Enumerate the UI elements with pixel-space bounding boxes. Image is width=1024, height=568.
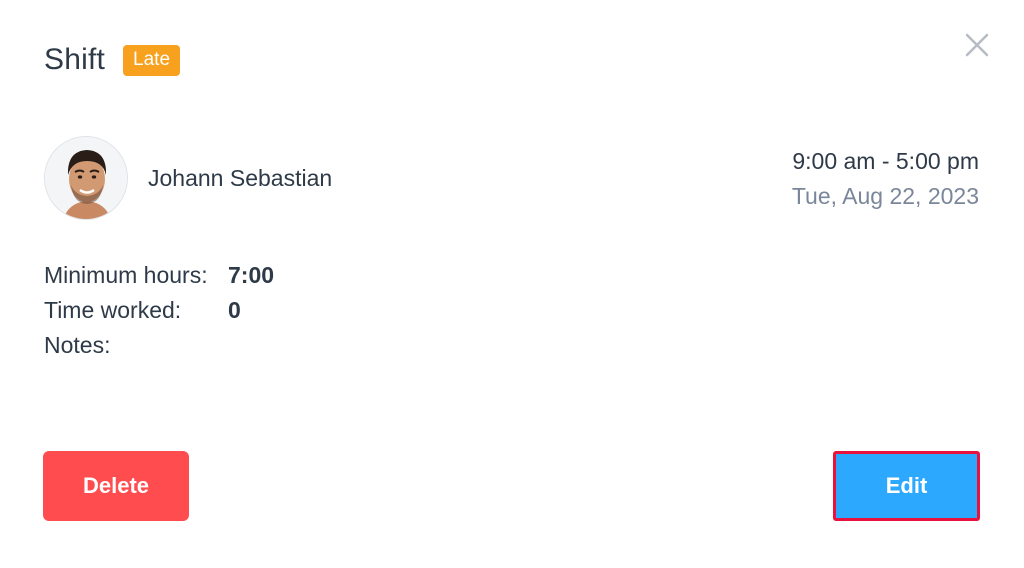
time-worked-row: Time worked: 0	[44, 293, 274, 328]
shift-time-range: 9:00 am - 5:00 pm	[792, 148, 979, 174]
shift-date: Tue, Aug 22, 2023	[791, 183, 979, 209]
shift-details: Minimum hours: 7:00 Time worked: 0 Notes…	[44, 258, 274, 363]
close-button[interactable]	[962, 30, 992, 60]
dialog-header: Shift Late	[44, 40, 181, 80]
notes-row: Notes:	[44, 328, 274, 363]
notes-label: Notes:	[44, 332, 111, 358]
employee-name: Johann Sebastian	[148, 164, 333, 191]
avatar	[44, 136, 128, 220]
shift-time-block: 9:00 am - 5:00 pm Tue, Aug 22, 2023	[792, 146, 979, 211]
dialog-title: Shift	[44, 43, 106, 76]
time-worked-label: Time worked:	[44, 297, 182, 323]
close-icon	[965, 33, 989, 57]
edit-button[interactable]: Edit	[833, 451, 980, 521]
time-worked-value: 0	[228, 297, 241, 323]
shift-dialog: Shift Late Johann Sebastian 9:00 am - 5:…	[0, 0, 1024, 568]
minimum-hours-row: Minimum hours: 7:00	[44, 258, 274, 293]
minimum-hours-label: Minimum hours:	[44, 262, 208, 288]
employee-info: Johann Sebastian	[44, 136, 332, 220]
status-badge: Late	[123, 44, 181, 76]
minimum-hours-value: 7:00	[228, 262, 275, 288]
delete-button[interactable]: Delete	[43, 451, 189, 521]
